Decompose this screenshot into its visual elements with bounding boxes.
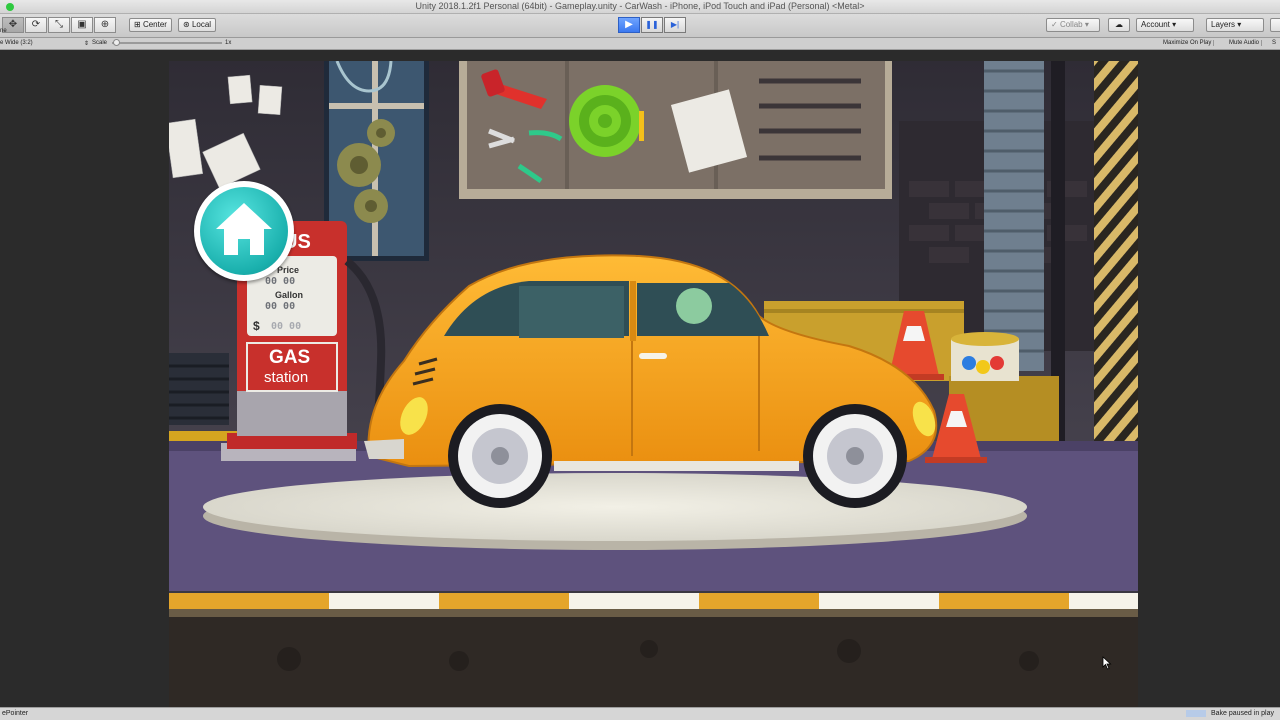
- gas-pump-gallon-value: 00 00: [265, 301, 296, 312]
- gas-pump-gallon-label: Gallon: [275, 290, 304, 300]
- account-label: Account: [1141, 20, 1170, 29]
- transform-tool-button[interactable]: ⊕: [94, 17, 116, 33]
- gas-pump-dollar-sign: $: [253, 319, 260, 333]
- mouse-cursor-icon: [1102, 656, 1112, 670]
- aspect-dropdown-arrow[interactable]: ⇕: [84, 40, 89, 47]
- home-button[interactable]: [194, 181, 294, 281]
- scale-value: 1x: [225, 40, 232, 46]
- rotate-tool-button[interactable]: ⟳: [25, 17, 47, 33]
- ground: [169, 617, 1138, 707]
- layers-dropdown[interactable]: Layers ▾: [1206, 18, 1264, 32]
- scale-slider-handle[interactable]: [113, 39, 120, 46]
- space-label: Local: [191, 20, 212, 29]
- pause-icon: ❚❚: [645, 20, 659, 29]
- window-title: Unity 2018.1.2f1 Personal (64bit) - Game…: [415, 1, 865, 11]
- space-toggle[interactable]: ⊛ Local: [178, 18, 217, 32]
- home-button-face: [200, 187, 288, 275]
- status-bar: ePointer Bake paused in play: [0, 707, 1280, 720]
- status-right-text: Bake paused in play: [1210, 710, 1274, 717]
- scale-slider[interactable]: [112, 42, 222, 44]
- bake-progress: [1186, 710, 1206, 717]
- game-tab[interactable]: ne: [0, 28, 7, 34]
- stats-toggle[interactable]: S: [1272, 40, 1276, 46]
- account-dropdown[interactable]: Account ▾: [1136, 18, 1194, 32]
- pivot-label: Center: [142, 20, 167, 29]
- aspect-dropdown[interactable]: e Wide (3:2): [0, 40, 33, 46]
- pause-button[interactable]: ❚❚: [641, 17, 663, 33]
- main-toolbar: ✥ ⟳ ⤡ ▣ ⊕ ⊞ Center ⊛ Local ▶ ❚❚ ▶| ✓ Col…: [0, 14, 1280, 38]
- move-icon: ✥: [8, 19, 18, 30]
- pivot-toggle[interactable]: ⊞ Center: [129, 18, 172, 32]
- game-viewport[interactable]: US Price 00 00 Gallon 00 00 $ 00 00 GAS …: [169, 61, 1138, 707]
- window-titlebar: Unity 2018.1.2f1 Personal (64bit) - Game…: [0, 0, 1280, 14]
- scale-icon: ⤡: [55, 19, 63, 30]
- gas-station-sign-line1: GAS: [269, 347, 311, 368]
- scale-tool-button[interactable]: ⤡: [48, 17, 70, 33]
- gas-pump-price-value: 00 00: [265, 276, 296, 287]
- gas-pump-total-value: 00 00: [271, 321, 302, 332]
- cloud-icon: ☁: [1115, 20, 1123, 29]
- collab-label: Collab: [1059, 20, 1083, 29]
- play-icon: ▶: [625, 19, 633, 30]
- transform-icon: ⊕: [100, 19, 110, 30]
- rect-tool-button[interactable]: ▣: [71, 17, 93, 33]
- cloud-button[interactable]: ☁: [1108, 18, 1130, 32]
- rotate-icon: ⟳: [31, 19, 41, 30]
- step-icon: ▶|: [670, 20, 680, 29]
- layout-dropdown[interactable]: [1270, 18, 1280, 32]
- scale-label: Scale: [92, 40, 108, 46]
- rect-icon: ▣: [77, 19, 87, 30]
- status-left-text: ePointer: [2, 710, 29, 717]
- mute-audio-toggle[interactable]: Mute Audio: [1229, 40, 1263, 46]
- step-button[interactable]: ▶|: [664, 17, 686, 33]
- tool-board: [459, 61, 892, 199]
- collab-dropdown[interactable]: ✓ Collab ▾: [1046, 18, 1100, 32]
- gas-station-sign-line2: station: [264, 369, 309, 386]
- turntable-platform: [203, 473, 1027, 541]
- maximize-on-play-toggle[interactable]: Maximize On Play: [1163, 40, 1215, 46]
- paint-can: [951, 332, 1019, 381]
- play-button[interactable]: ▶: [618, 17, 640, 33]
- home-icon: [216, 203, 272, 255]
- game-view-toolbar: ne e Wide (3:2) ⇕ Scale 1x Maximize On P…: [0, 28, 1280, 50]
- game-scene: [169, 61, 1138, 707]
- wall-vent: [169, 353, 229, 425]
- layers-label: Layers: [1211, 20, 1236, 29]
